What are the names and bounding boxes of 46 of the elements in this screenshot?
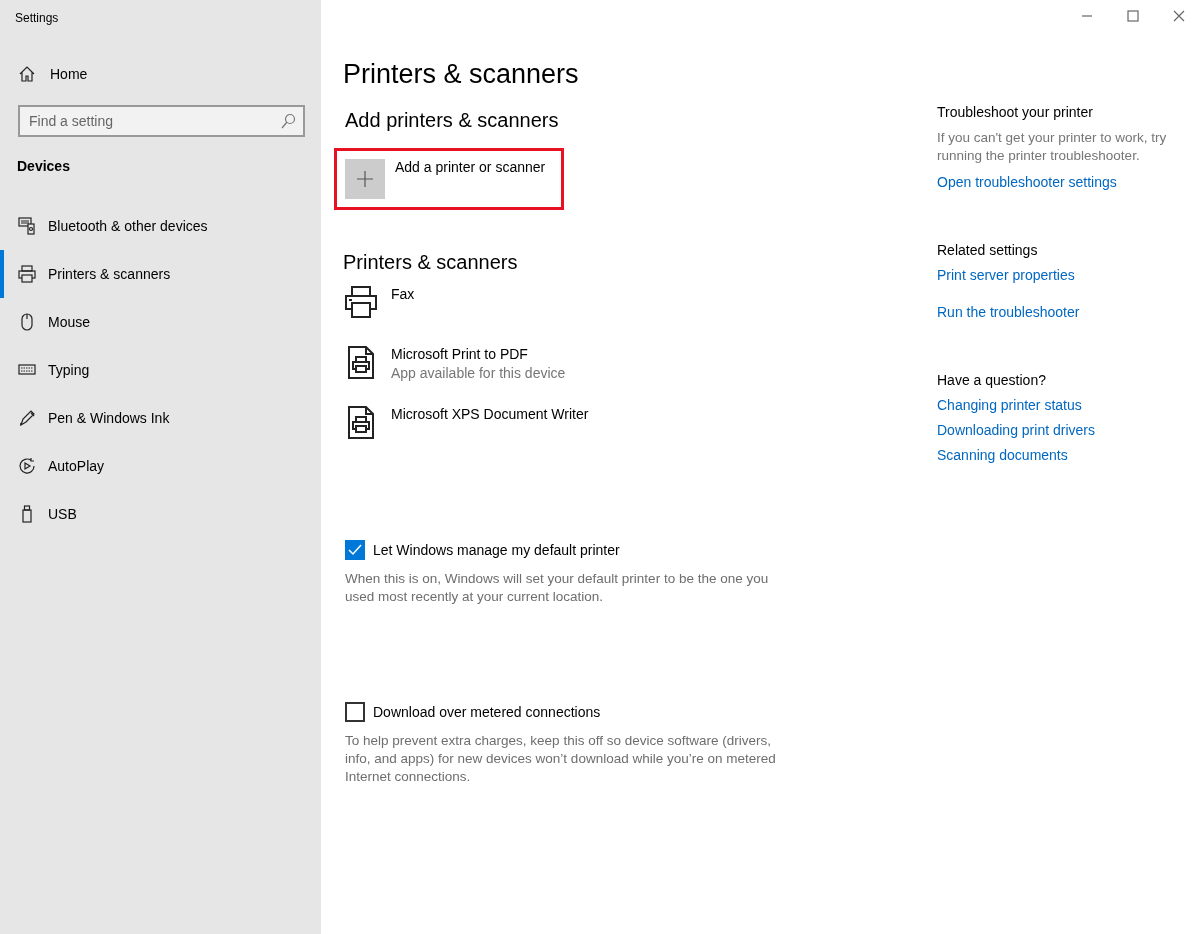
panel-heading: Troubleshoot your printer	[937, 104, 1094, 120]
device-status: App available for this device	[391, 365, 566, 381]
home-icon	[18, 65, 36, 83]
plus-icon	[356, 170, 374, 188]
section-heading: Printers & scanners	[343, 251, 519, 274]
device-name[interactable]: Fax	[391, 286, 415, 302]
mouse-icon	[18, 313, 36, 331]
help-link[interactable]: Run the troubleshooter	[937, 304, 1169, 320]
check-icon	[348, 543, 362, 557]
panel-description: If you can't get your printer to work, try running the printer troubleshooter.	[937, 129, 1168, 165]
nav-item[interactable]: USB	[0, 490, 321, 538]
nav-item[interactable]: Typing	[0, 346, 321, 394]
devices-icon	[18, 217, 36, 235]
pen-icon	[18, 409, 36, 427]
checkbox-box[interactable]	[345, 540, 365, 560]
section-heading: Devices	[16, 157, 71, 176]
help-link[interactable]: Changing printer status	[937, 397, 1169, 413]
device-name[interactable]: Microsoft Print to PDF	[391, 346, 566, 362]
add-printer-button[interactable]: Add a printer or scanner	[345, 159, 546, 199]
help-link[interactable]: Scanning documents	[937, 447, 1169, 463]
panel-heading: Have a question?	[937, 372, 1047, 388]
section-heading: Add printers & scanners	[345, 109, 560, 132]
nav-item[interactable]: Bluetooth & other devices	[0, 202, 321, 250]
nav-item[interactable]: AutoPlay	[0, 442, 321, 490]
help-link[interactable]: Print server properties	[937, 267, 1169, 283]
checkbox-box[interactable]	[345, 702, 365, 722]
option-description: When this is on, Windows will set your default printer to be the one you used most recently at your current location.	[345, 570, 770, 606]
search-field[interactable]: Find a setting	[18, 105, 305, 137]
nav-item[interactable]: Mouse	[0, 298, 321, 346]
help-link[interactable]: Open troubleshooter settings	[937, 174, 1169, 190]
close-icon	[1173, 10, 1185, 22]
page-title: Printers & scanners	[343, 59, 580, 90]
window-title: Settings	[14, 10, 60, 27]
home-link[interactable]: Home	[50, 66, 88, 82]
printer-icon	[18, 265, 36, 283]
maximize-icon	[1127, 10, 1139, 22]
panel-heading: Related settings	[937, 242, 1039, 258]
search-icon	[280, 113, 296, 129]
checkbox[interactable]: Let Windows manage my default printer	[345, 540, 620, 560]
printer-icon	[343, 284, 379, 320]
nav-item[interactable]: Pen & Windows Ink	[0, 394, 321, 442]
checkbox[interactable]: Download over metered connections	[345, 702, 601, 722]
device-name[interactable]: Microsoft XPS Document Writer	[391, 406, 589, 422]
option-description: To help prevent extra charges, keep this off so device software (drivers, info, and apps) for new devices won’t download while you’re on metered Internet connections.	[345, 732, 777, 786]
play-icon	[18, 457, 36, 475]
help-link[interactable]: Downloading print drivers	[937, 422, 1169, 438]
